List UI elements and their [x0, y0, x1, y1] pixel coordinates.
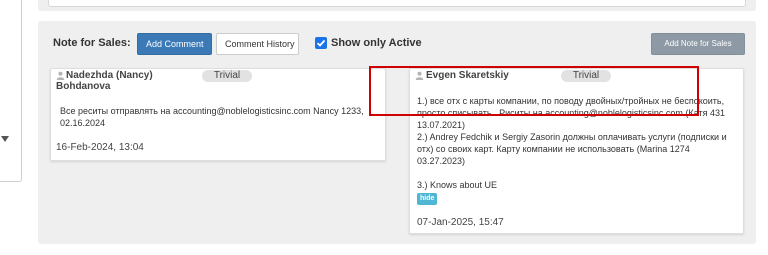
- add-note-for-sales-button[interactable]: Add Note for Sales: [651, 33, 745, 55]
- note-author-name-cont: Bohdanova: [56, 81, 111, 92]
- note-date: 16-Feb-2024, 13:04: [56, 142, 144, 153]
- sales-notes-screen: Note for Sales: Add Comment Comment Hist…: [0, 0, 768, 255]
- highlight-box: [369, 66, 699, 116]
- add-comment-button[interactable]: Add Comment: [137, 33, 212, 55]
- checkmark-icon: [316, 39, 326, 47]
- note-card: Nadezhda (Nancy) Bohdanova Trivial Все р…: [50, 68, 386, 161]
- note-date: 07-Jan-2025, 15:47: [417, 217, 504, 228]
- show-only-active-label: Show only Active: [331, 37, 422, 49]
- top-panel-fragment: [38, 0, 756, 11]
- left-sidebar-panel: [0, 0, 22, 182]
- hide-button[interactable]: hide: [417, 193, 438, 205]
- note-item-3: 3.) Knows about UE: [417, 180, 498, 190]
- show-only-active-checkbox[interactable]: [315, 37, 327, 49]
- top-panel-inner: [48, 0, 746, 7]
- note-item-2: 2.) Andrey Fedchik и Sergiy Zasorin долж…: [417, 132, 727, 166]
- user-icon: [56, 71, 65, 80]
- notes-for-sales-panel: Note for Sales: Add Comment Comment Hist…: [38, 21, 756, 244]
- note-text: Все реситы отправлять на accounting@nobl…: [60, 106, 364, 128]
- notes-section-label: Note for Sales:: [53, 37, 131, 49]
- caret-down-icon[interactable]: [1, 136, 9, 142]
- note-author-name: Nadezhda (Nancy): [66, 70, 153, 81]
- priority-badge: Trivial: [202, 70, 252, 82]
- comment-history-button[interactable]: Comment History: [216, 33, 299, 55]
